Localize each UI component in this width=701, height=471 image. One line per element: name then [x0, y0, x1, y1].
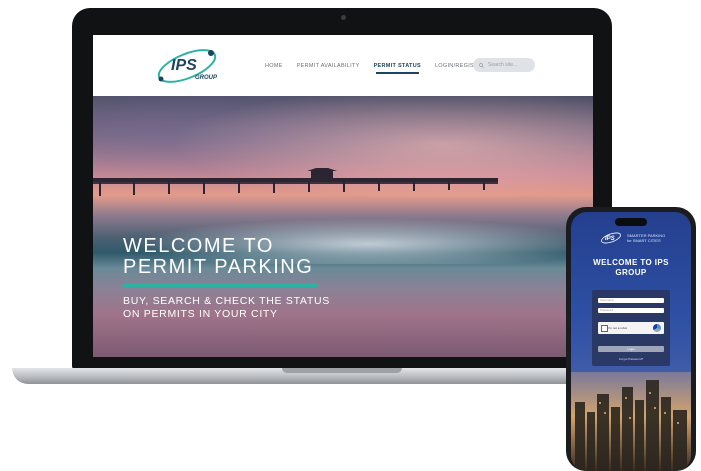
mobile-title-line2: GROUP: [615, 268, 647, 277]
hero-text: WELCOME TO PERMIT PARKING BUY, SEARCH & …: [123, 236, 330, 321]
main-nav: HOME PERMIT AVAILABILITY PERMIT STATUS L…: [265, 63, 486, 74]
mobile-forgot-password-link[interactable]: Forgot Password?: [592, 357, 670, 361]
mobile-logo-text: IPS: [605, 236, 615, 242]
mobile-tagline: SMARTER PARKING for SMART CITIES: [627, 233, 665, 243]
dynamic-island: [615, 218, 647, 226]
site-header: IPS GROUP HOME PERMIT AVAILABILITY PERMI…: [93, 35, 593, 96]
laptop-screen: IPS GROUP HOME PERMIT AVAILABILITY PERMI…: [93, 35, 593, 357]
logo-subtext: GROUP: [195, 75, 218, 81]
laptop-base: [12, 368, 597, 384]
hero-subtitle-line2: ON PERMITS IN YOUR CITY: [123, 308, 278, 320]
laptop-notch: [282, 368, 402, 373]
laptop-frame: IPS GROUP HOME PERMIT AVAILABILITY PERMI…: [72, 8, 612, 370]
nav-permit-availability[interactable]: PERMIT AVAILABILITY: [297, 63, 360, 69]
mobile-login-button[interactable]: Login: [598, 346, 664, 352]
nav-home[interactable]: HOME: [265, 63, 283, 69]
phone-screen: IPS SMARTER PARKING for SMART CITIES WEL…: [571, 212, 691, 471]
recaptcha-icon: [653, 324, 661, 332]
hero-divider: [123, 284, 318, 287]
search-input[interactable]: Search site...: [473, 58, 535, 72]
camera-dot: [341, 15, 346, 20]
mobile-login-card: Username Password I'm not a robot Login …: [592, 290, 670, 366]
hero-banner: WELCOME TO PERMIT PARKING BUY, SEARCH & …: [93, 96, 593, 357]
hero-title-line2: PERMIT PARKING: [123, 256, 314, 278]
captcha-checkbox[interactable]: [601, 325, 608, 332]
search-placeholder: Search site...: [488, 62, 518, 68]
mobile-tagline-line2: for SMART CITIES: [627, 238, 661, 243]
mobile-title: WELCOME TO IPS GROUP: [571, 258, 691, 278]
nav-permit-status[interactable]: PERMIT STATUS: [374, 63, 421, 74]
captcha-label: I'm not a robot: [608, 326, 628, 330]
pier-image: [93, 168, 498, 196]
city-skyline-image: [571, 372, 691, 471]
phone-frame: IPS SMARTER PARKING for SMART CITIES WEL…: [566, 207, 696, 471]
hero-subtitle-line1: BUY, SEARCH & CHECK THE STATUS: [123, 295, 330, 307]
mobile-title-line1: WELCOME TO IPS: [593, 258, 669, 267]
logo-text: IPS: [171, 57, 197, 74]
search-icon: [479, 62, 484, 68]
hero-title-line1: WELCOME TO: [123, 235, 274, 257]
ips-logo-icon[interactable]: IPS GROUP: [151, 43, 231, 89]
mobile-captcha[interactable]: I'm not a robot: [598, 322, 664, 334]
mobile-ips-logo-icon: IPS: [601, 232, 621, 244]
mobile-password-field[interactable]: Password: [598, 308, 664, 313]
mobile-username-field[interactable]: Username: [598, 298, 664, 303]
